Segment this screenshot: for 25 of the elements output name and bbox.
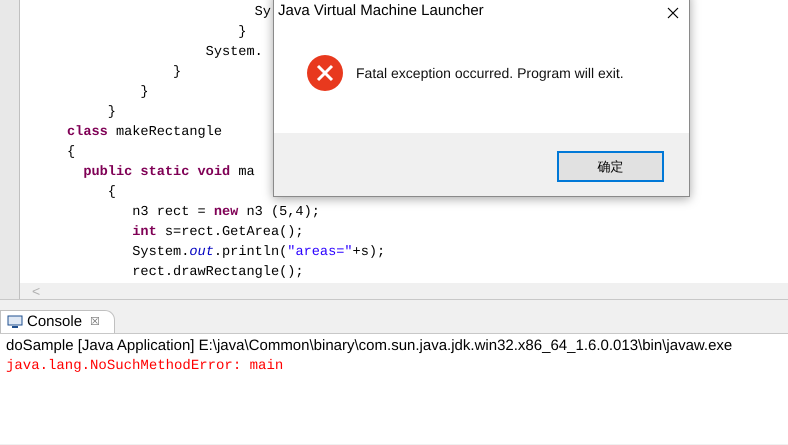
ok-button[interactable]: 确定 bbox=[557, 151, 664, 182]
error-icon bbox=[306, 54, 344, 92]
code-line: public static void ma bbox=[82, 164, 255, 182]
code-line: int s=rect.GetArea(); bbox=[131, 224, 304, 242]
code-line: } bbox=[139, 84, 149, 102]
code-line: rect.drawRectangle(); bbox=[131, 264, 304, 282]
close-icon[interactable]: ☒ bbox=[90, 314, 100, 330]
code-line: class makeRectangle bbox=[67, 124, 222, 142]
console-tab[interactable]: Console ☒ bbox=[0, 310, 116, 333]
code-line: n3 rect = new n3 (5,4); bbox=[131, 204, 320, 222]
code-line: { bbox=[106, 184, 116, 202]
window-title: Java Virtual Machine Launcher bbox=[278, 2, 484, 19]
code-line: { bbox=[67, 144, 76, 162]
code-line: } bbox=[172, 64, 182, 82]
console-header: doSample [Java Application] E:\java\Common\binary\com.sun.java.jdk.win32.x86_64_1.6.0.013\bin\javaw.exe bbox=[6, 336, 734, 356]
code-line: } bbox=[237, 24, 246, 42]
code-line: System.out.println("areas="+s); bbox=[131, 244, 386, 262]
console-output: java.lang.NoSuchMethodError: main bbox=[6, 357, 284, 376]
code-line: } bbox=[106, 104, 116, 122]
monitor-icon bbox=[7, 315, 23, 329]
error-message: Fatal exception occurred. Program will exit. bbox=[356, 64, 624, 83]
code-line: Sy bbox=[254, 4, 271, 22]
tab-label: Console bbox=[27, 312, 82, 332]
close-icon[interactable] bbox=[667, 7, 679, 19]
code-line: System. bbox=[204, 44, 263, 62]
